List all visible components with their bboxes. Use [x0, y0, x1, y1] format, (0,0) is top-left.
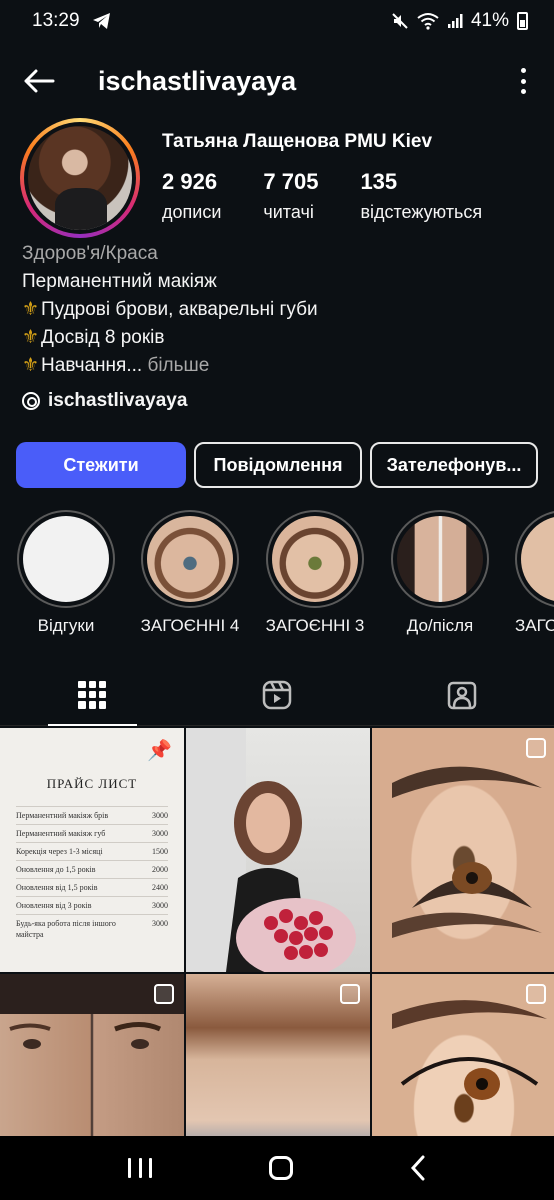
stat-followers-count: 7 705	[263, 169, 319, 194]
recent-apps-icon[interactable]	[128, 1158, 153, 1178]
highlight-label: Відгуки	[37, 616, 95, 635]
profile-tabs	[0, 664, 554, 726]
post-price-list[interactable]: 📌 ПРАЙС ЛИСТ Перманентний макіяж брів 300…	[0, 728, 184, 972]
header-username: ischastlivayaya	[98, 65, 297, 96]
highlight-item[interactable]: Відгуки	[11, 510, 121, 636]
highlight-item[interactable]: ЗАГОЄННІ 3	[260, 510, 370, 636]
price-row: Корекція через 1-3 місяці 1500	[16, 842, 168, 860]
pin-icon: 📌	[147, 740, 172, 762]
status-time: 13:29	[32, 10, 80, 31]
stat-followers-label: читачі	[263, 202, 314, 222]
telegram-icon	[92, 13, 110, 29]
home-icon[interactable]	[268, 1156, 293, 1180]
highlight-cover	[397, 516, 483, 602]
highlight-label: ЗАГОЄННІ 3	[265, 616, 365, 635]
grid-icon	[78, 680, 107, 709]
stat-following-count: 135	[360, 169, 398, 194]
carousel-icon	[340, 984, 360, 1004]
stat-posts[interactable]: 2 926 дописи	[162, 168, 221, 226]
price-row: Перманентний макіяж брів 3000	[16, 806, 168, 824]
avatar	[28, 126, 132, 230]
fleur-de-lis-icon: ⚜	[22, 355, 40, 376]
signal-icon	[447, 14, 463, 28]
bio-line: ⚜ Навчання... більше	[22, 355, 210, 376]
profile-actions: Стежити Повідомлення Зателефонув...	[16, 442, 538, 488]
highlight-item[interactable]: ЗАГОЄННІ 4	[135, 510, 245, 636]
battery-icon	[517, 12, 528, 30]
message-button[interactable]: Повідомлення	[194, 442, 362, 488]
bio-line: ⚜ Пудрові брови, акварельні губи	[22, 299, 318, 320]
highlight-item[interactable]: До/після	[385, 510, 495, 636]
profile-full-name: Татьяна Лащенова PMU Kiev	[162, 131, 433, 152]
price-row: Оновлення до 1,5 років 2000	[16, 860, 168, 878]
post-photo[interactable]	[372, 728, 554, 972]
system-back-icon[interactable]	[410, 1155, 426, 1181]
bio-line: ⚜ Досвід 8 років	[22, 327, 165, 348]
profile-avatar-story-ring[interactable]	[20, 118, 140, 238]
price-row: Перманентний макіяж губ 3000	[16, 824, 168, 842]
highlight-cover	[147, 516, 233, 602]
highlight-cover	[272, 516, 358, 602]
post-photo[interactable]	[186, 728, 370, 972]
tab-reels[interactable]	[185, 664, 370, 725]
highlight-label: ЗАГОЄ	[515, 616, 554, 635]
selfie-photo	[186, 728, 356, 972]
carousel-icon	[154, 984, 174, 1004]
posts-grid: 📌 ПРАЙС ЛИСТ Перманентний макіяж брів 300…	[0, 728, 554, 1200]
profile-stats: 2 926 дописи 7 705 читачі 135 відстежуют…	[162, 168, 524, 226]
tab-tagged[interactable]	[369, 664, 554, 725]
price-list-title: ПРАЙС ЛИСТ	[46, 776, 138, 791]
tagged-person-icon	[447, 681, 476, 709]
fleur-de-lis-icon: ⚜	[22, 327, 40, 348]
threads-icon	[22, 392, 40, 410]
back-arrow-icon[interactable]	[22, 64, 56, 98]
bio-line: Перманентний макіяж	[22, 271, 217, 292]
mute-icon	[392, 13, 408, 29]
stat-posts-label: дописи	[162, 202, 222, 222]
highlight-item[interactable]: ЗАГОЄ	[509, 510, 554, 636]
carousel-icon	[526, 738, 546, 758]
price-row: Оновлення від 1,5 років 2400	[16, 878, 168, 896]
status-bar: 13:29 41%	[0, 0, 554, 42]
bio-more-link[interactable]: більше	[147, 355, 209, 376]
story-highlights: Відгуки ЗАГОЄННІ 4 ЗАГОЄННІ 3 До/після З…	[0, 510, 554, 640]
wifi-icon	[417, 13, 439, 30]
profile-header: ischastlivayaya	[0, 50, 554, 112]
carousel-icon	[526, 984, 546, 1004]
highlight-cover	[521, 516, 554, 602]
price-row: Будь-яка робота після іншого майстра 3000	[16, 914, 168, 943]
stat-followers[interactable]: 7 705 читачі	[263, 168, 318, 226]
reels-icon	[262, 680, 292, 709]
highlight-label: ЗАГОЄННІ 4	[140, 616, 240, 635]
stat-following[interactable]: 135 відстежуються	[360, 168, 482, 226]
more-options-icon[interactable]	[518, 68, 528, 94]
call-button[interactable]: Зателефонув...	[370, 442, 538, 488]
stat-following-label: відстежуються	[360, 202, 483, 222]
threads-handle: ischastlivayaya	[48, 390, 188, 411]
price-row: Оновлення від 3 років 3000	[16, 896, 168, 914]
follow-button[interactable]: Стежити	[16, 442, 186, 488]
stat-posts-count: 2 926	[162, 169, 218, 194]
battery-percent: 41%	[470, 10, 509, 31]
profile-bio: Здоров'я/Краса Перманентний макіяж ⚜ Пудр…	[22, 240, 318, 380]
profile-category: Здоров'я/Краса	[22, 243, 158, 264]
brow-closeup-photo	[392, 766, 542, 938]
highlight-cover	[23, 516, 109, 602]
system-nav-bar	[0, 1136, 554, 1200]
fleur-de-lis-icon: ⚜	[22, 299, 40, 320]
highlight-label: До/після	[406, 616, 474, 635]
threads-link[interactable]: ischastlivayaya	[22, 390, 187, 412]
tab-posts-grid[interactable]	[0, 664, 185, 726]
